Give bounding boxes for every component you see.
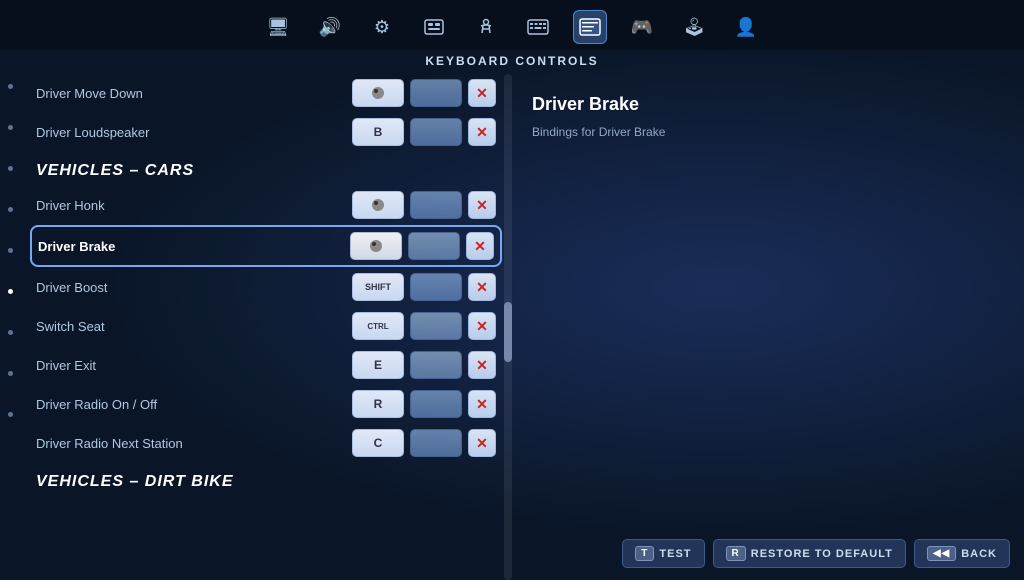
dot-4 bbox=[8, 207, 13, 212]
clear-driver-exit[interactable]: ✕ bbox=[468, 351, 496, 379]
clear-driver-honk[interactable]: ✕ bbox=[468, 191, 496, 219]
bottom-bar: T TEST R RESTORE TO DEFAULT ◀◀ BACK bbox=[584, 531, 1024, 576]
clear-driver-brake[interactable]: ✕ bbox=[466, 232, 494, 260]
scrollbar-track[interactable] bbox=[504, 74, 512, 580]
list-panel: Driver Move Down ✕ Driver Loudspeaker B … bbox=[20, 74, 512, 580]
key2-driver-move-down[interactable] bbox=[410, 79, 462, 107]
back-key-badge: ◀◀ bbox=[927, 546, 956, 561]
row-driver-radio-on-off[interactable]: Driver Radio On / Off R ✕ bbox=[30, 385, 502, 423]
restore-button[interactable]: R RESTORE TO DEFAULT bbox=[713, 539, 906, 568]
key-slots-driver-move-down: ✕ bbox=[352, 79, 496, 107]
key-slots-driver-radio-on-off: R ✕ bbox=[352, 390, 496, 418]
row-driver-move-down[interactable]: Driver Move Down ✕ bbox=[30, 74, 502, 112]
key2-driver-radio-on-off[interactable] bbox=[410, 390, 462, 418]
key1-driver-honk[interactable] bbox=[352, 191, 404, 219]
display-icon[interactable]: 🖥 bbox=[261, 10, 295, 44]
key2-driver-radio-next-station[interactable] bbox=[410, 429, 462, 457]
key2-driver-loudspeaker[interactable] bbox=[410, 118, 462, 146]
info-panel: Driver Brake Bindings for Driver Brake bbox=[512, 74, 1024, 580]
clear-driver-boost[interactable]: ✕ bbox=[468, 273, 496, 301]
audio-icon[interactable]: 🔊 bbox=[313, 10, 347, 44]
profile-icon[interactable]: 👤 bbox=[729, 10, 763, 44]
sidebar-dots bbox=[0, 74, 20, 580]
key2-driver-brake[interactable] bbox=[408, 232, 460, 260]
key2-driver-boost[interactable] bbox=[410, 273, 462, 301]
accessibility-icon[interactable] bbox=[469, 10, 503, 44]
key1-driver-loudspeaker[interactable]: B bbox=[352, 118, 404, 146]
scrollbar-thumb[interactable] bbox=[504, 302, 512, 362]
key1-switch-seat[interactable]: CTRL bbox=[352, 312, 404, 340]
row-driver-boost[interactable]: Driver Boost SHIFT ✕ bbox=[30, 268, 502, 306]
page-title: KEYBOARD CONTROLS bbox=[0, 50, 1024, 74]
row-switch-seat[interactable]: Switch Seat CTRL ✕ bbox=[30, 307, 502, 345]
section-vehicles-dirt-bike: VEHICLES – DIRT BIKE bbox=[30, 463, 502, 497]
key1-driver-boost[interactable]: SHIFT bbox=[352, 273, 404, 301]
test-key-badge: T bbox=[635, 546, 654, 561]
key2-switch-seat[interactable] bbox=[410, 312, 462, 340]
key-slots-driver-boost: SHIFT ✕ bbox=[352, 273, 496, 301]
row-driver-radio-next-station[interactable]: Driver Radio Next Station C ✕ bbox=[30, 424, 502, 462]
key-slots-driver-loudspeaker: B ✕ bbox=[352, 118, 496, 146]
back-button[interactable]: ◀◀ BACK bbox=[914, 539, 1010, 568]
settings-icon[interactable]: ⚙ bbox=[365, 10, 399, 44]
key1-driver-exit[interactable]: E bbox=[352, 351, 404, 379]
keyboard-icon[interactable] bbox=[521, 10, 555, 44]
info-title: Driver Brake bbox=[532, 94, 1004, 115]
dot-3 bbox=[8, 166, 13, 171]
label-driver-radio-on-off: Driver Radio On / Off bbox=[36, 397, 352, 412]
key-slots-driver-exit: E ✕ bbox=[352, 351, 496, 379]
row-driver-exit[interactable]: Driver Exit E ✕ bbox=[30, 346, 502, 384]
dot-6 bbox=[8, 289, 13, 294]
key1-driver-radio-next-station[interactable]: C bbox=[352, 429, 404, 457]
key1-driver-radio-on-off[interactable]: R bbox=[352, 390, 404, 418]
clear-switch-seat[interactable]: ✕ bbox=[468, 312, 496, 340]
row-driver-loudspeaker[interactable]: Driver Loudspeaker B ✕ bbox=[30, 113, 502, 151]
label-driver-honk: Driver Honk bbox=[36, 198, 352, 213]
label-driver-loudspeaker: Driver Loudspeaker bbox=[36, 125, 352, 140]
row-driver-brake[interactable]: Driver Brake ✕ bbox=[30, 225, 502, 267]
key-slots-driver-honk: ✕ bbox=[352, 191, 496, 219]
label-switch-seat: Switch Seat bbox=[36, 319, 352, 334]
dot-7 bbox=[8, 330, 13, 335]
dot-8 bbox=[8, 371, 13, 376]
top-nav: 🖥 🔊 ⚙ bbox=[0, 0, 1024, 50]
dot-2 bbox=[8, 125, 13, 130]
label-driver-boost: Driver Boost bbox=[36, 280, 352, 295]
test-button[interactable]: T TEST bbox=[622, 539, 704, 568]
dot-9 bbox=[8, 412, 13, 417]
controls-icon[interactable] bbox=[573, 10, 607, 44]
key1-driver-move-down[interactable] bbox=[352, 79, 404, 107]
test-label: TEST bbox=[659, 548, 691, 560]
section-vehicles-cars: VEHICLES – CARS bbox=[30, 152, 502, 186]
main-area: Driver Move Down ✕ Driver Loudspeaker B … bbox=[0, 74, 1024, 580]
dot-5 bbox=[8, 248, 13, 253]
restore-key-badge: R bbox=[726, 546, 746, 561]
key2-driver-exit[interactable] bbox=[410, 351, 462, 379]
hud-icon[interactable] bbox=[417, 10, 451, 44]
label-driver-radio-next-station: Driver Radio Next Station bbox=[36, 436, 352, 451]
clear-driver-loudspeaker[interactable]: ✕ bbox=[468, 118, 496, 146]
gamepad-icon[interactable]: 🎮 bbox=[625, 10, 659, 44]
label-driver-brake: Driver Brake bbox=[38, 239, 350, 254]
key2-driver-honk[interactable] bbox=[410, 191, 462, 219]
key-slots-driver-radio-next-station: C ✕ bbox=[352, 429, 496, 457]
controller2-icon[interactable]: 🕹 bbox=[677, 10, 711, 44]
key-slots-driver-brake: ✕ bbox=[350, 232, 494, 260]
dot-1 bbox=[8, 84, 13, 89]
restore-label: RESTORE TO DEFAULT bbox=[751, 548, 893, 560]
row-driver-honk[interactable]: Driver Honk ✕ bbox=[30, 186, 502, 224]
back-label: BACK bbox=[961, 548, 997, 560]
key-slots-switch-seat: CTRL ✕ bbox=[352, 312, 496, 340]
label-driver-move-down: Driver Move Down bbox=[36, 86, 352, 101]
clear-driver-move-down[interactable]: ✕ bbox=[468, 79, 496, 107]
label-driver-exit: Driver Exit bbox=[36, 358, 352, 373]
key1-driver-brake[interactable] bbox=[350, 232, 402, 260]
clear-driver-radio-next-station[interactable]: ✕ bbox=[468, 429, 496, 457]
clear-driver-radio-on-off[interactable]: ✕ bbox=[468, 390, 496, 418]
info-desc: Bindings for Driver Brake bbox=[532, 125, 1004, 139]
